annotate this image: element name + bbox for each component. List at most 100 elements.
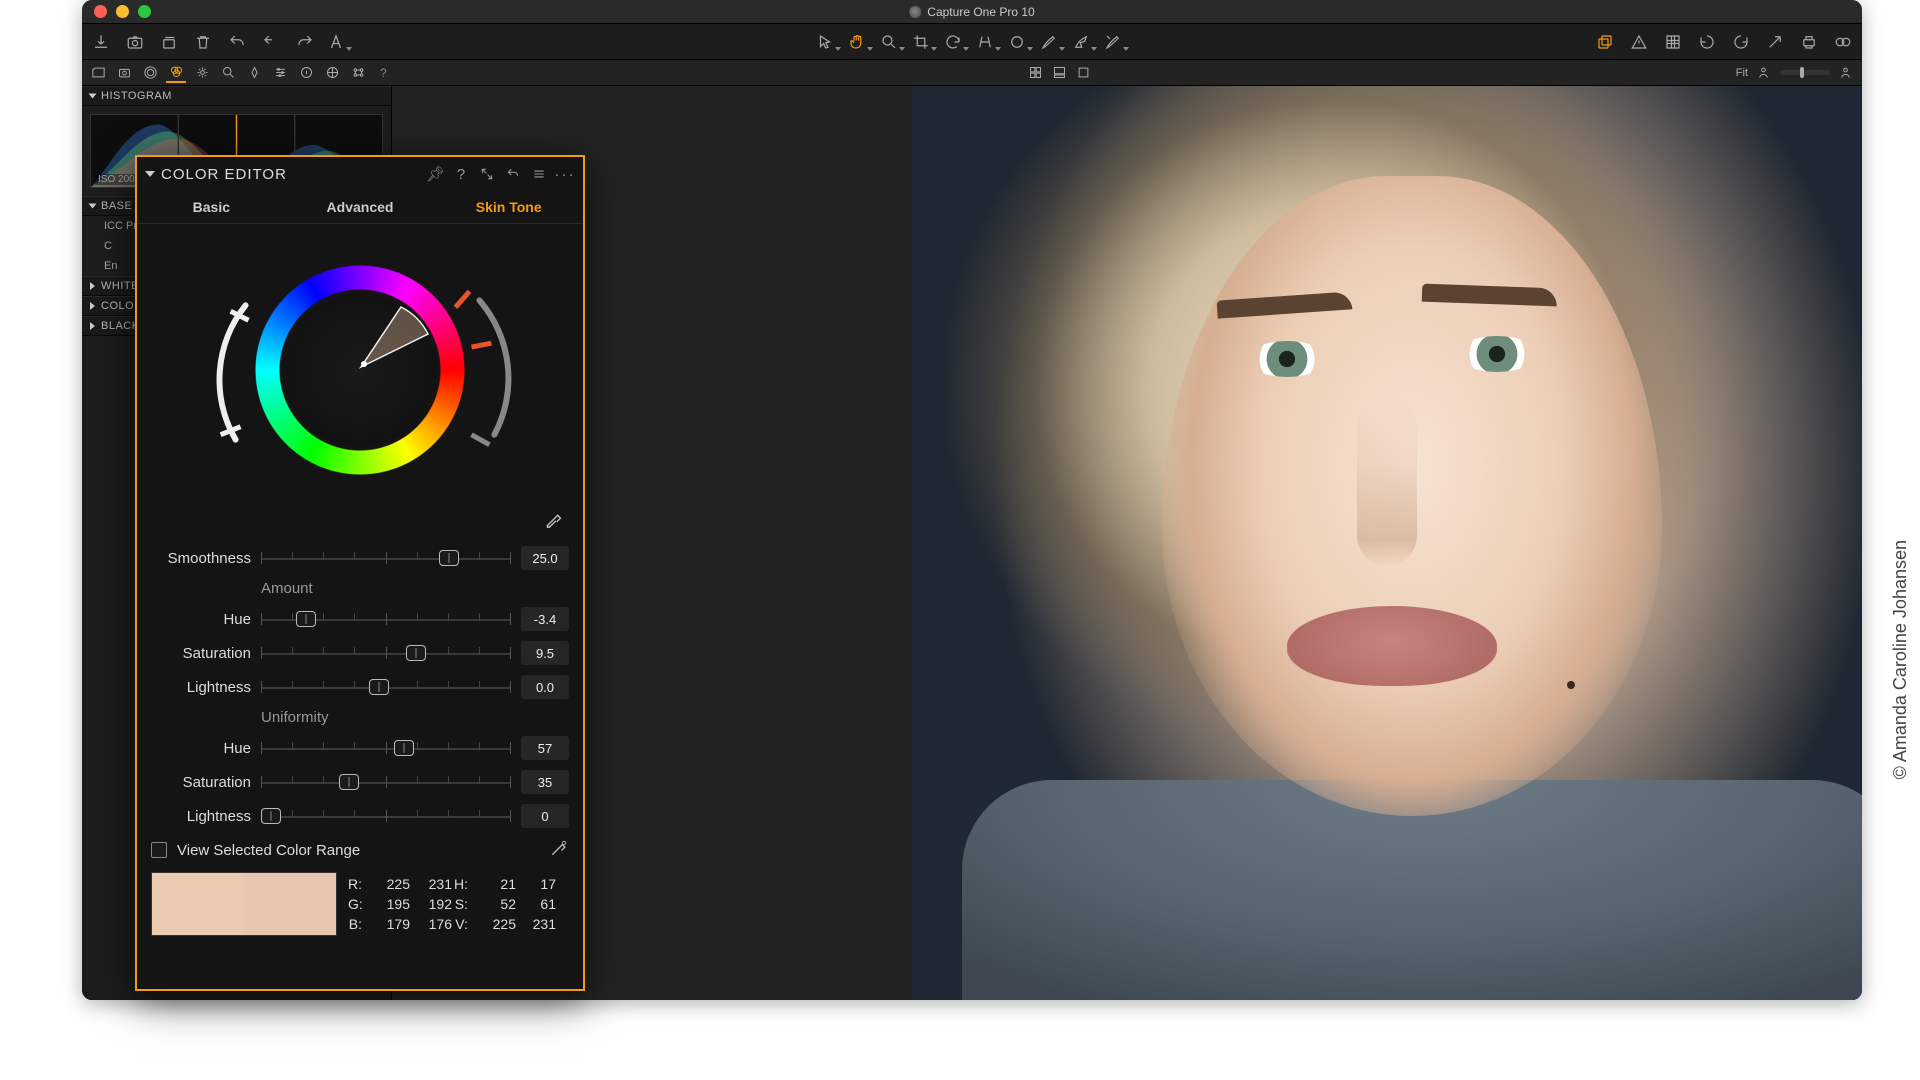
range-arcs-icon[interactable] bbox=[151, 240, 569, 500]
expand-icon[interactable] bbox=[479, 166, 495, 183]
hue-uni-label: Hue bbox=[151, 740, 251, 757]
focus-mask-icon[interactable] bbox=[1830, 29, 1856, 55]
sat-uni-value[interactable]: 35 bbox=[521, 770, 569, 794]
warning-icon[interactable] bbox=[1626, 29, 1652, 55]
view-filmstrip-icon[interactable] bbox=[1049, 63, 1069, 83]
view-range-checkbox[interactable] bbox=[151, 842, 167, 858]
preview-image bbox=[912, 86, 1862, 1000]
reset-icon[interactable] bbox=[258, 29, 284, 55]
library-tool-tab-icon[interactable] bbox=[88, 63, 108, 83]
sat-amount-slider[interactable] bbox=[261, 644, 511, 662]
zoom-window-button[interactable] bbox=[138, 5, 151, 18]
eraser-tool-icon[interactable] bbox=[1103, 29, 1129, 55]
slider-handle[interactable] bbox=[439, 550, 459, 566]
image-viewer[interactable] bbox=[392, 86, 1862, 1000]
zoom-tool-icon[interactable] bbox=[879, 29, 905, 55]
proof-user-icon[interactable] bbox=[1836, 63, 1856, 83]
hand-tool-icon[interactable] bbox=[847, 29, 873, 55]
histogram-title: HISTOGRAM bbox=[101, 90, 383, 102]
light-amount-slider[interactable] bbox=[261, 678, 511, 696]
invert-selection-icon[interactable] bbox=[549, 838, 569, 862]
window-title: Capture One Pro 10 bbox=[909, 5, 1034, 19]
copy-adjustments-icon[interactable] bbox=[1592, 29, 1618, 55]
rotate-ccw-icon[interactable] bbox=[1694, 29, 1720, 55]
titlebar: Capture One Pro 10 bbox=[82, 0, 1862, 24]
sat-amount-value[interactable]: 9.5 bbox=[521, 641, 569, 665]
adjustments-tool-tab-icon[interactable] bbox=[270, 63, 290, 83]
tab-advanced[interactable]: Advanced bbox=[286, 191, 435, 223]
output-tool-tab-icon[interactable] bbox=[322, 63, 342, 83]
gradient-tool-icon[interactable] bbox=[1071, 29, 1097, 55]
hue-amount-value[interactable]: -3.4 bbox=[521, 607, 569, 631]
pin-icon[interactable]: 📌︎ bbox=[426, 165, 445, 183]
view-single-icon[interactable] bbox=[1073, 63, 1093, 83]
smoothness-slider[interactable] bbox=[261, 549, 511, 567]
keystone-tool-icon[interactable] bbox=[975, 29, 1001, 55]
histogram-meta: ISO 200 bbox=[95, 174, 138, 185]
export-icon[interactable] bbox=[1762, 29, 1788, 55]
print-icon[interactable] bbox=[1796, 29, 1822, 55]
import-icon[interactable] bbox=[88, 29, 114, 55]
crop-tool-icon[interactable] bbox=[911, 29, 937, 55]
undo-icon[interactable] bbox=[224, 29, 250, 55]
color-wheel[interactable] bbox=[151, 240, 569, 500]
rotate-tool-icon[interactable] bbox=[943, 29, 969, 55]
hue-uni-slider[interactable] bbox=[261, 739, 511, 757]
histogram-panel-header[interactable]: HISTOGRAM bbox=[82, 86, 391, 106]
preset-menu-icon[interactable] bbox=[531, 166, 547, 183]
text-presets-icon[interactable] bbox=[326, 29, 352, 55]
help-icon[interactable]: ? bbox=[380, 66, 387, 80]
hue-uni-value[interactable]: 57 bbox=[521, 736, 569, 760]
exposure-tool-tab-icon[interactable] bbox=[192, 63, 212, 83]
color-tool-tab-icon[interactable] bbox=[166, 63, 186, 83]
metadata-tool-tab-icon[interactable] bbox=[296, 63, 316, 83]
more-icon[interactable]: ··· bbox=[557, 166, 573, 183]
rotate-cw-icon[interactable] bbox=[1728, 29, 1754, 55]
grid-icon[interactable] bbox=[1660, 29, 1686, 55]
sat-uni-slider[interactable] bbox=[261, 773, 511, 791]
help-icon[interactable]: ? bbox=[453, 166, 469, 183]
close-window-button[interactable] bbox=[94, 5, 107, 18]
tab-basic[interactable]: Basic bbox=[137, 191, 286, 223]
cursor-tool-icon[interactable] bbox=[815, 29, 841, 55]
light-amount-value[interactable]: 0.0 bbox=[521, 675, 569, 699]
chevron-down-icon bbox=[145, 171, 155, 177]
light-uni-slider[interactable] bbox=[261, 807, 511, 825]
hue-amount-slider[interactable] bbox=[261, 610, 511, 628]
top-toolbar bbox=[82, 24, 1862, 60]
trash-icon[interactable] bbox=[190, 29, 216, 55]
exposure-sim-slider[interactable] bbox=[1780, 70, 1830, 75]
details-tool-tab-icon[interactable] bbox=[244, 63, 264, 83]
brush-tool-icon[interactable] bbox=[1039, 29, 1065, 55]
redo-icon[interactable] bbox=[292, 29, 318, 55]
light-uni-value[interactable]: 0 bbox=[521, 804, 569, 828]
undo-icon[interactable] bbox=[505, 166, 521, 183]
fit-label[interactable]: Fit bbox=[1736, 67, 1748, 79]
proof-profile-icon[interactable] bbox=[1754, 63, 1774, 83]
lens-tool-tab-icon[interactable] bbox=[140, 63, 160, 83]
smoothness-row: Smoothness 25.0 bbox=[151, 546, 569, 570]
sat-uni-label: Saturation bbox=[151, 774, 251, 791]
stack-icon[interactable] bbox=[156, 29, 182, 55]
minimize-window-button[interactable] bbox=[116, 5, 129, 18]
camera-icon[interactable] bbox=[122, 29, 148, 55]
tab-skin-tone[interactable]: Skin Tone bbox=[434, 191, 583, 223]
eyedropper-icon[interactable] bbox=[543, 508, 565, 534]
capture-tool-tab-icon[interactable] bbox=[114, 63, 134, 83]
swatch-after bbox=[244, 873, 336, 935]
color-swatches bbox=[151, 872, 337, 936]
photo-credit: © Amanda Caroline Johansen bbox=[1890, 540, 1911, 779]
light-amount-label: Lightness bbox=[151, 679, 251, 696]
color-editor-header[interactable]: COLOR EDITOR 📌︎ ? ··· bbox=[137, 157, 583, 191]
amount-section-label: Amount bbox=[261, 580, 569, 597]
color-editor-tabs: Basic Advanced Skin Tone bbox=[137, 191, 583, 224]
view-range-label: View Selected Color Range bbox=[177, 842, 539, 859]
app-title-text: Capture One Pro 10 bbox=[927, 5, 1034, 19]
spot-tool-icon[interactable] bbox=[1007, 29, 1033, 55]
view-grid-icon[interactable] bbox=[1025, 63, 1045, 83]
levels-tool-tab-icon[interactable] bbox=[218, 63, 238, 83]
tool-tab-strip: ? Fit bbox=[82, 60, 1862, 86]
batch-tool-tab-icon[interactable] bbox=[348, 63, 368, 83]
uniformity-section-label: Uniformity bbox=[261, 709, 569, 726]
smoothness-value[interactable]: 25.0 bbox=[521, 546, 569, 570]
